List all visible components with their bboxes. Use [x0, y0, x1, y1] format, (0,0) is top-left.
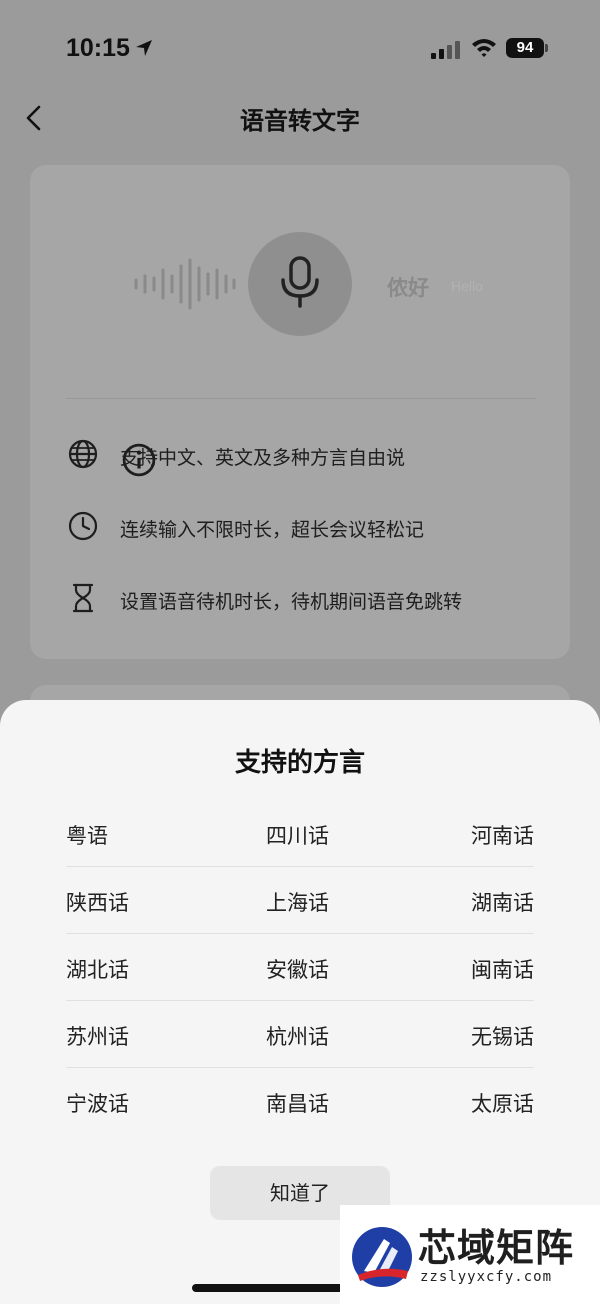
dialect-item: 闽南话 — [471, 958, 534, 982]
dialect-row: 陕西话 上海话 湖南话 — [66, 867, 534, 934]
battery-tip — [545, 44, 548, 52]
dialect-item: 陕西话 — [66, 891, 129, 915]
dialect-item: 四川话 — [266, 824, 329, 848]
page-title: 语音转文字 — [240, 107, 360, 135]
dialect-item: 粤语 — [66, 824, 108, 848]
globe-icon — [68, 439, 98, 469]
watermark-url: zzslyyxcfy.com — [420, 1269, 553, 1285]
sound-wave-icon — [134, 258, 236, 310]
dialect-item: 无锡话 — [471, 1025, 534, 1049]
dialect-item: 湖北话 — [66, 958, 129, 982]
cellular-signal-icon — [431, 41, 460, 59]
dialect-item: 上海话 — [266, 891, 329, 915]
dialect-item: 安徽话 — [266, 958, 329, 982]
status-time: 10:15 — [66, 34, 130, 62]
brand-logo-icon — [352, 1227, 412, 1287]
dialect-row: 苏州话 杭州话 无锡话 — [66, 1001, 534, 1068]
divider — [66, 398, 536, 399]
dialect-row: 粤语 四川话 河南话 — [66, 800, 534, 867]
dialect-grid: 粤语 四川话 河南话 陕西话 上海话 湖南话 湖北话 安徽话 闽南话 苏州话 杭… — [66, 800, 534, 1135]
battery-icon: 94 — [506, 38, 544, 58]
microphone-icon — [281, 256, 319, 308]
dialect-item: 宁波话 — [66, 1092, 129, 1116]
watermark: 芯域矩阵 zzslyyxcfy.com — [340, 1205, 600, 1304]
watermark-name: 芯域矩阵 — [418, 1226, 575, 1270]
greeting-cn: 侬好 — [387, 276, 429, 300]
sheet-title: 支持的方言 — [234, 748, 365, 778]
dialect-item: 杭州话 — [266, 1025, 329, 1049]
feature-text: 设置语音待机时长，待机期间语音免跳转 — [120, 591, 463, 613]
dialect-item: 南昌话 — [266, 1092, 329, 1116]
dialect-item: 湖南话 — [471, 891, 534, 915]
dialect-row: 湖北话 安徽话 闽南话 — [66, 934, 534, 1001]
wifi-icon — [472, 39, 496, 57]
dialect-item: 苏州话 — [66, 1025, 129, 1049]
location-arrow-icon — [136, 40, 152, 56]
feature-text: 支持中文、英文及多种方言自由说 — [120, 443, 405, 477]
dialect-item: 河南话 — [471, 824, 534, 848]
status-bar: 10:15 94 — [0, 0, 600, 96]
hourglass-icon — [72, 583, 94, 613]
dialect-row: 宁波话 南昌话 太原话 — [66, 1068, 534, 1135]
info-icon[interactable] — [122, 443, 156, 477]
greeting-en: Hello — [451, 278, 483, 294]
clock-icon — [68, 511, 98, 541]
feature-text: 连续输入不限时长，超长会议轻松记 — [120, 519, 425, 541]
dialect-item: 太原话 — [471, 1092, 534, 1116]
